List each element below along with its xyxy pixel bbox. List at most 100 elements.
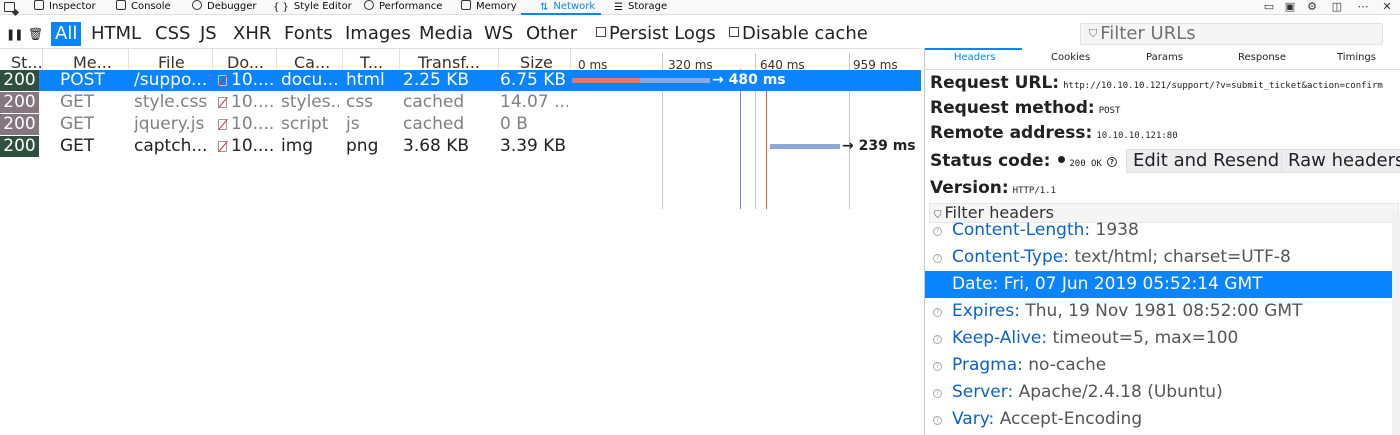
tab-memory[interactable]: Memory (461, 0, 517, 14)
tab-console[interactable]: Console (116, 0, 171, 14)
status-dot-icon (1058, 156, 1066, 163)
table-row[interactable]: 200 GET captch... 10.... img png 3.68 KB… (0, 136, 921, 157)
header-help-icon: ? (933, 281, 942, 290)
version-row: Version: HTTP/1.1 (930, 178, 1057, 198)
element-picker-icon[interactable] (4, 2, 15, 12)
persist-logs-checkbox[interactable]: Persist Logs (596, 22, 716, 46)
header-row[interactable]: ? Vary: Accept-Encoding (925, 406, 1393, 433)
size-cell: 3.39 KB (500, 136, 567, 156)
method-cell: POST (60, 70, 105, 90)
table-row[interactable]: 200 POST /suppo... 10.... docu... html 2… (0, 70, 921, 91)
filter-fonts[interactable]: Fonts (280, 22, 337, 46)
column-domain[interactable]: Do... (227, 55, 264, 71)
waterfall-bar-receive (640, 78, 710, 83)
filter-images[interactable]: Images (341, 22, 415, 46)
tab-params[interactable]: Params (1146, 52, 1183, 63)
cause-cell: styles... (281, 92, 339, 112)
header-help-icon: ? (933, 416, 942, 425)
filter-urls-input[interactable] (1100, 24, 1361, 44)
header-row[interactable]: ? Pragma: no-cache (925, 352, 1393, 379)
dock-mode-icon[interactable]: ▭ (1262, 1, 1276, 13)
header-help-icon: ? (933, 389, 942, 398)
meatball-menu-icon[interactable]: ⋯ (1356, 1, 1370, 13)
column-cause[interactable]: Ca... (294, 55, 330, 71)
clear-trash-icon[interactable]: 🗑 (28, 27, 43, 41)
size-cell: 0 B (500, 114, 528, 134)
column-separator (399, 49, 400, 69)
tab-response[interactable]: Response (1238, 52, 1286, 63)
type-cell: js (346, 114, 360, 134)
filter-urls-field: ⛉ (1080, 23, 1383, 45)
filter-xhr[interactable]: XHR (229, 22, 275, 46)
tab-performance[interactable]: Performance (364, 0, 442, 14)
domain-cell: 10.... (218, 70, 274, 91)
filter-media[interactable]: Media (415, 22, 477, 46)
column-file[interactable]: File (158, 55, 185, 71)
cause-cell: img (281, 136, 314, 156)
header-row[interactable]: ? Date: Fri, 07 Jun 2019 05:52:14 GMT (925, 271, 1393, 298)
split-console-icon[interactable]: ▣ (1283, 1, 1297, 13)
request-method-value: POST (1098, 106, 1121, 116)
help-icon[interactable]: ? (1106, 157, 1117, 167)
edit-and-resend-button[interactable]: Edit and Resend (1126, 149, 1287, 173)
filter-js[interactable]: JS (196, 22, 221, 46)
domain-cell: 10.... (218, 136, 274, 157)
column-separator (128, 49, 129, 69)
filter-ws[interactable]: WS (480, 22, 517, 46)
header-help-icon: ? (933, 227, 942, 236)
column-method[interactable]: Me... (73, 55, 112, 71)
type-cell: css (346, 92, 374, 112)
active-tab-indicator (925, 48, 1022, 50)
request-url-row: Request URL: http://10.10.10.121/support/… (930, 73, 1383, 93)
header-row[interactable]: ? Content-Length: 1938 (925, 217, 1393, 244)
raw-headers-button[interactable]: Raw headers (1281, 149, 1400, 173)
checkbox-box (729, 27, 739, 37)
tab-style-editor[interactable]: { } Style Editor (273, 0, 352, 14)
filter-html[interactable]: HTML (87, 22, 145, 46)
status-badge: 200 (0, 70, 39, 91)
file-cell: jquery.js (134, 114, 205, 134)
headers-scrollbar[interactable] (1392, 213, 1400, 435)
tab-cookies[interactable]: Cookies (1051, 52, 1090, 63)
method-cell: GET (60, 114, 95, 134)
filter-all[interactable]: All (51, 22, 82, 46)
header-row[interactable]: ? Keep-Alive: timeout=5, max=100 (925, 325, 1393, 352)
table-row[interactable]: 200 GET jquery.js 10.... script js cache… (0, 114, 921, 135)
details-tabbar: Headers Cookies Params Response Timings (925, 48, 1400, 70)
tab-headers[interactable]: Headers (954, 52, 996, 63)
header-row[interactable]: ? Content-Type: text/html; charset=UTF-8 (925, 244, 1393, 271)
waterfall-bar-receive (770, 144, 840, 149)
pause-icon[interactable]: ❚❚ (6, 28, 23, 41)
tab-timings[interactable]: Timings (1337, 52, 1376, 63)
devtools-toolbar: Inspector Console Debugger { } Style Edit… (0, 0, 1400, 15)
disable-cache-checkbox[interactable]: Disable cache (729, 22, 868, 46)
filter-funnel-icon: ⛉ (1089, 27, 1098, 40)
tab-network[interactable]: ⇅ Network (540, 0, 595, 14)
table-row[interactable]: 200 GET style.css 10.... styles... css c… (0, 92, 921, 113)
file-cell: captch... (134, 136, 208, 156)
column-separator (276, 49, 277, 69)
header-row[interactable]: ? Expires: Thu, 19 Nov 1981 08:52:00 GMT (925, 298, 1393, 325)
column-transferred[interactable]: Transf... (418, 55, 480, 71)
transferred-cell: 2.25 KB (403, 70, 470, 90)
size-cell: 14.07 ... (500, 92, 568, 112)
request-method-row: Request method: POST (930, 98, 1121, 118)
domain-cell: 10.... (218, 92, 274, 113)
header-help-icon: ? (933, 254, 942, 263)
column-status[interactable]: St... (11, 55, 43, 71)
column-type[interactable]: T... (360, 55, 383, 71)
filter-css[interactable]: CSS (151, 22, 194, 46)
filter-other[interactable]: Other (522, 22, 581, 46)
tab-debugger[interactable]: Debugger (192, 0, 257, 14)
timing-label: → 239 ms (842, 138, 916, 154)
tab-storage[interactable]: ☰ Storage (614, 0, 667, 14)
close-icon[interactable]: ✕ (1380, 1, 1394, 13)
request-url-value: http://10.10.10.121/support/?v=submit_ti… (1063, 81, 1383, 91)
tab-inspector[interactable]: Inspector (34, 0, 96, 14)
dock-side-icon[interactable]: ◫ (1330, 1, 1344, 13)
column-size[interactable]: Size (520, 55, 553, 71)
header-row[interactable]: ? Server: Apache/2.4.18 (Ubuntu) (925, 379, 1393, 406)
status-badge: 200 (0, 114, 39, 135)
settings-gear-icon[interactable]: ⚙ (1305, 1, 1319, 13)
column-separator (342, 49, 343, 69)
